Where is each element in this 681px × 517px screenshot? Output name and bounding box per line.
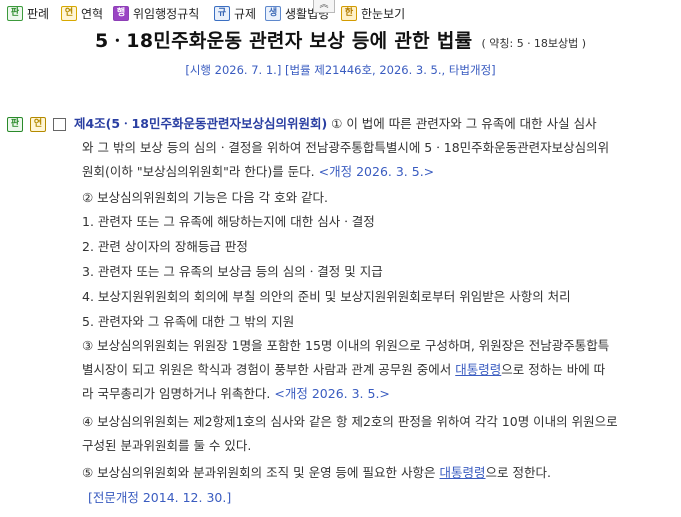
precedent-button[interactable]: 판 판례	[7, 5, 49, 22]
chevron-up-icon: ︽	[319, 0, 329, 10]
item-5: 5. 관련자와 그 유족에 대한 그 밖의 지원	[82, 314, 295, 329]
item-1: 1. 관련자 또는 그 유족에 해당하는지에 대한 심사ㆍ결정	[82, 214, 375, 229]
full-revision-note[interactable]: [전문개정 2014. 12. 30.]	[88, 488, 231, 508]
life-law-icon: 생	[265, 6, 281, 21]
paragraph-5: ⑤ 보상심의위원회와 분과위원회의 조직 및 운영 등에 필요한 사항은 대통령…	[82, 463, 551, 483]
paragraph-3-line-3: 라 국무총리가 임명하거나 위촉한다. <개정 2026. 3. 5.>	[82, 384, 390, 404]
enforcement-info[interactable]: [시행 2026. 7. 1.] [법률 제21446호, 2026. 3. 5…	[0, 62, 681, 78]
paragraph-3-line-2: 별시장이 되고 위원은 학식과 경험이 풍부한 사람과 관계 공무원 중에서 대…	[82, 360, 605, 380]
presidential-decree-link[interactable]: 대통령령	[455, 362, 501, 377]
law-title-row: 5ㆍ18민주화운동 관련자 보상 등에 관한 법률 ( 약칭: 5ㆍ18보상법 …	[0, 26, 681, 53]
overview-label: 한눈보기	[361, 7, 406, 21]
collapse-toolbar-button[interactable]: ︽	[313, 0, 335, 13]
amendment-note[interactable]: <개정 2026. 3. 5.>	[319, 164, 435, 179]
presidential-decree-link[interactable]: 대통령령	[439, 465, 485, 480]
history-icon: 연	[61, 6, 77, 21]
paragraph-3-text: 별시장이 되고 위원은 학식과 경험이 풍부한 사람과 관계 공무원 중에서	[82, 362, 452, 377]
delegated-rules-button[interactable]: 행 위임행정규칙	[113, 5, 199, 22]
regulation-icon: 규	[214, 6, 230, 21]
history-button[interactable]: 연 연혁	[61, 5, 103, 22]
article-text-line-1: ① 이 법에 따른 관련자와 그 유족에 대한 사실 심사	[331, 116, 597, 131]
article-text-line-3: 원회(이하 "보상심의위원회"라 한다)를 둔다. <개정 2026. 3. 5…	[82, 162, 434, 182]
article-first-line: 판 연 제4조(5ㆍ18민주화운동관련자보상심의위원회) ① 이 법에 따른 관…	[7, 114, 597, 134]
article-text-line-2: 와 그 밖의 보상 등의 심의ㆍ결정을 위하여 전남광주통합특별시에 5ㆍ18민…	[82, 140, 610, 155]
law-title: 5ㆍ18민주화운동 관련자 보상 등에 관한 법률	[95, 30, 473, 52]
article-title: 제4조(5ㆍ18민주화운동관련자보상심의위원회)	[73, 116, 328, 131]
overview-button[interactable]: 한 한눈보기	[341, 5, 405, 22]
paragraph-5-text-cont: 으로 정한다.	[485, 465, 551, 480]
regulation-label: 규제	[234, 7, 257, 21]
item-4: 4. 보상지원위원회의 회의에 부칠 의안의 준비 및 보상지원위원회로부터 위…	[82, 289, 571, 304]
regulation-button[interactable]: 규 규제	[214, 5, 256, 22]
precedent-icon: 판	[7, 6, 23, 21]
article-history-badge[interactable]: 연	[29, 117, 46, 132]
paragraph-5-text: ⑤ 보상심의위원회와 분과위원회의 조직 및 운영 등에 필요한 사항은	[82, 465, 436, 480]
delegated-rules-label: 위임행정규칙	[133, 7, 200, 21]
paragraph-4-line-2: 구성된 분과위원회를 둘 수 있다.	[82, 438, 252, 453]
paragraph-4-line-1: ④ 보상심의위원회는 제2항제1호의 심사와 같은 항 제2호의 판정을 위하여…	[82, 414, 618, 429]
item-2: 2. 관련 상이자의 장해등급 판정	[82, 239, 248, 254]
article-checkbox[interactable]	[52, 118, 66, 131]
paragraph-3-line-1: ③ 보상심의위원회는 위원장 1명을 포함한 15명 이내의 위원으로 구성하며…	[82, 338, 610, 353]
paragraph-3-end: 라 국무총리가 임명하거나 위촉한다.	[82, 386, 271, 401]
history-label: 연혁	[81, 7, 104, 21]
law-abbreviation: ( 약칭: 5ㆍ18보상법 )	[481, 37, 587, 50]
amendment-note[interactable]: <개정 2026. 3. 5.>	[274, 386, 390, 401]
overview-icon: 한	[341, 6, 357, 21]
paragraph-1-end: 원회(이하 "보상심의위원회"라 한다)를 둔다.	[82, 164, 315, 179]
item-3: 3. 관련자 또는 그 유족의 보상금 등의 심의ㆍ결정 및 지급	[82, 264, 383, 279]
article-precedent-badge[interactable]: 판	[7, 117, 23, 132]
delegated-rules-icon: 행	[113, 6, 129, 21]
toolbar: 판 판례 연 연혁 행 위임행정규칙 규 규제 생 생활법령 한 한눈보기 ︽	[0, 0, 681, 26]
paragraph-2: ② 보상심의위원회의 기능은 다음 각 호와 같다.	[82, 190, 329, 205]
precedent-label: 판례	[27, 7, 50, 21]
paragraph-3-text-cont: 으로 정하는 바에 따	[501, 362, 606, 377]
